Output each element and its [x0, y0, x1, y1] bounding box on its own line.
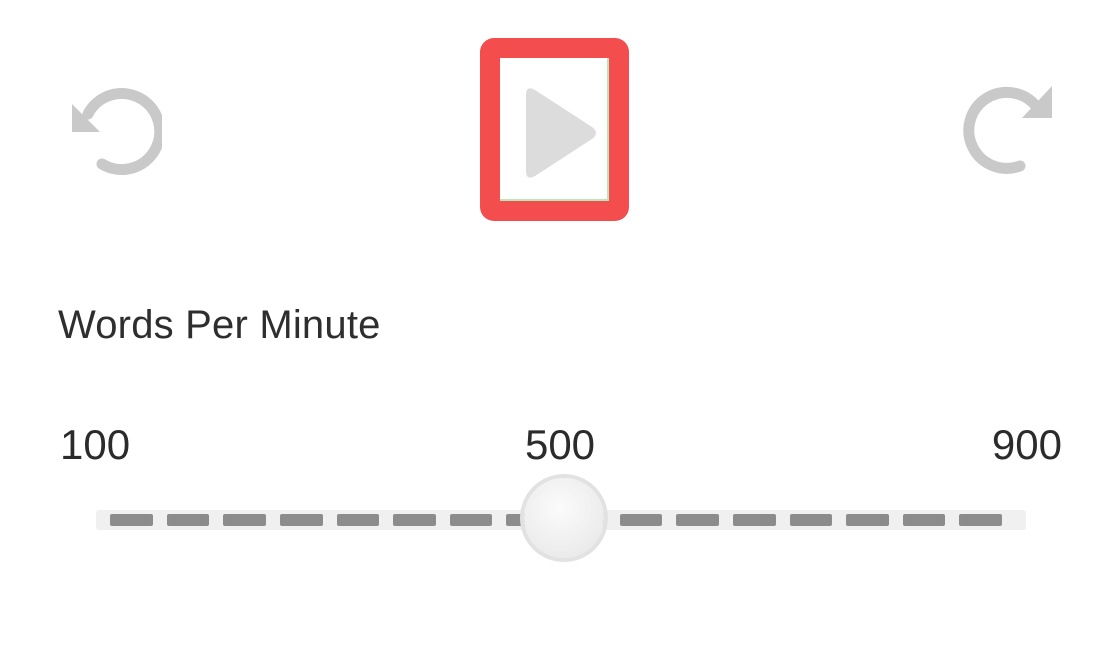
slider-tick-segment — [732, 514, 776, 526]
slider-thumb[interactable] — [524, 478, 604, 558]
slider-current-value-label: 500 — [524, 421, 596, 468]
slider-tick-segment — [959, 514, 1002, 526]
slider-tick-segment — [619, 514, 663, 526]
slider-tick-segment — [166, 514, 210, 526]
slider-tick-segment — [279, 514, 323, 526]
forward-button[interactable] — [956, 80, 1056, 180]
play-button[interactable] — [500, 58, 609, 201]
rotate-ccw-icon — [72, 88, 166, 176]
play-icon — [526, 88, 596, 178]
slider-tick-segment — [789, 514, 833, 526]
slider-tick-segment — [846, 514, 889, 526]
rotate-cw-icon — [963, 86, 1052, 174]
slider-tick-segment — [336, 514, 380, 526]
slider-tick-segment — [676, 514, 719, 526]
slider-tick-segment — [393, 514, 436, 526]
rewind-button[interactable] — [62, 80, 166, 180]
words-per-minute-label: Words Per Minute — [58, 303, 381, 347]
words-per-minute-slider[interactable] — [96, 478, 1026, 558]
slider-max-label: 900 — [991, 421, 1062, 468]
slider-min-label: 100 — [60, 421, 131, 468]
slider-tick-segment — [223, 514, 266, 526]
slider-tick-segment — [110, 514, 153, 526]
play-highlight-frame — [480, 38, 629, 221]
slider-tick-segment — [902, 514, 946, 526]
slider-tick-segment — [449, 514, 493, 526]
